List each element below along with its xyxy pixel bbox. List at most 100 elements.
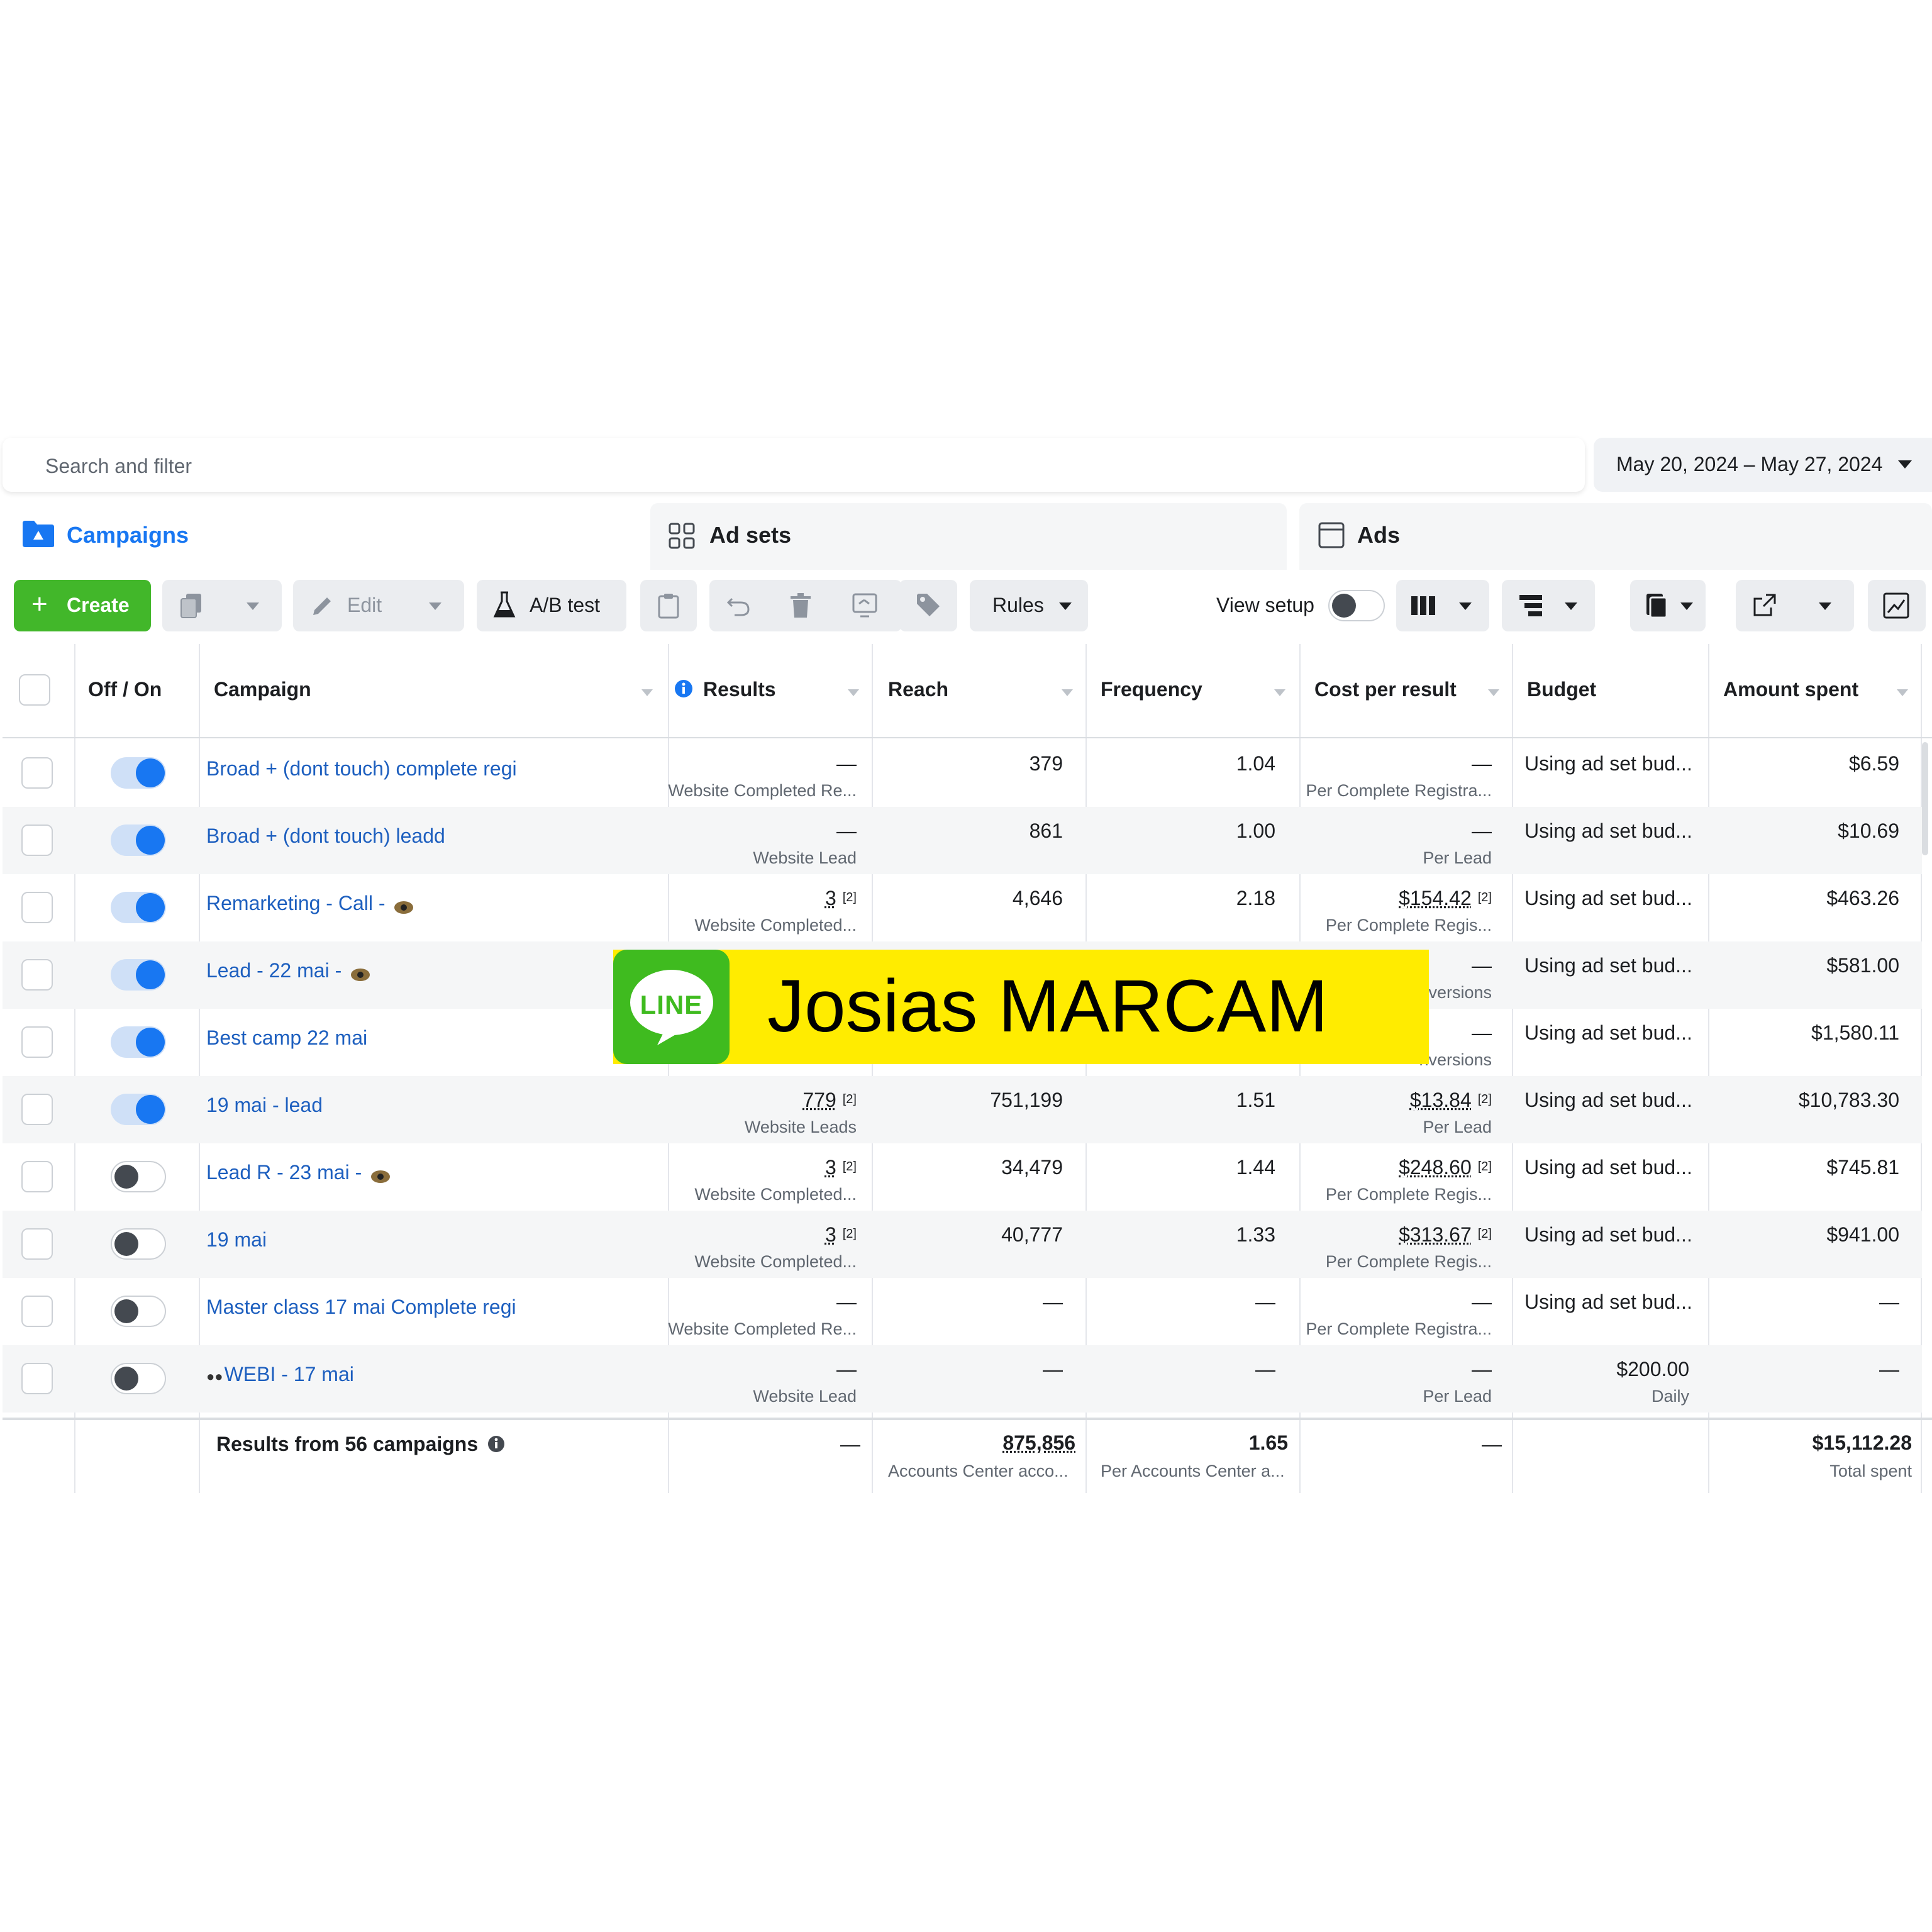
campaign-toggle[interactable]	[111, 1161, 166, 1192]
row-checkbox[interactable]	[21, 757, 53, 789]
cost-per-result-sub: Per Complete Registra...	[1306, 1319, 1492, 1338]
tag-button[interactable]	[899, 580, 957, 631]
trash-icon[interactable]	[789, 592, 813, 619]
results-value: 3 [2]	[824, 887, 857, 909]
campaign-name[interactable]: Broad + (dont touch) complete regi	[206, 757, 517, 780]
cost-per-result-value: $313.67 [2]	[1399, 1223, 1492, 1246]
cost-per-result-sub: Per Lead	[1423, 848, 1492, 867]
edit-button[interactable]: Edit	[293, 580, 464, 631]
tab-ad-sets[interactable]: Ad sets	[650, 503, 1287, 570]
select-all-checkbox[interactable]	[19, 674, 50, 706]
campaign-toggle[interactable]	[111, 1363, 166, 1394]
sort-icon[interactable]	[1488, 689, 1499, 696]
search-input[interactable]	[44, 453, 801, 479]
cost-per-result-sub: nversions	[1419, 983, 1492, 1002]
campaign-name[interactable]: ●●WEBI - 17 mai	[206, 1363, 354, 1386]
view-setup-toggle[interactable]	[1328, 590, 1385, 621]
campaign-name[interactable]: Lead R - 23 mai -	[206, 1161, 391, 1184]
report-icon	[1646, 594, 1668, 619]
row-checkbox[interactable]	[21, 1363, 53, 1394]
table-row[interactable]: Lead R - 23 mai - 3 [2] Website Completed.…	[3, 1143, 1922, 1211]
results-value: 779 [2]	[802, 1089, 857, 1111]
rules-button[interactable]: Rules	[970, 580, 1088, 631]
duplicate-button[interactable]	[162, 580, 282, 631]
row-checkbox[interactable]	[21, 824, 53, 856]
campaign-toggle[interactable]	[111, 1296, 166, 1327]
table-row[interactable]: Broad + (dont touch) leadd — Website Lead 8…	[3, 807, 1922, 874]
column-header-results[interactable]: Results	[703, 678, 776, 701]
eye-icon	[371, 1170, 391, 1183]
frequency-value: 1.00	[1236, 819, 1275, 842]
table-row[interactable]: Master class 17 mai Complete regi — Websit…	[3, 1278, 1922, 1345]
tab-campaigns[interactable]: Campaigns	[3, 503, 639, 570]
search-bar[interactable]	[3, 438, 1585, 492]
results-sub: Website Leads	[744, 1118, 857, 1136]
campaign-name[interactable]: Broad + (dont touch) leadd	[206, 824, 445, 848]
date-range-picker[interactable]: May 20, 2024 – May 27, 2024	[1594, 438, 1932, 492]
campaign-name[interactable]: 19 mai	[206, 1228, 267, 1252]
table-row[interactable]: Remarketing - Call - 3 [2] Website Complet…	[3, 874, 1922, 941]
amount-spent-value: $10,783.30	[1798, 1089, 1899, 1111]
results-sub: Website Completed...	[694, 916, 857, 935]
row-checkbox[interactable]	[21, 1161, 53, 1192]
row-checkbox[interactable]	[21, 1026, 53, 1058]
campaign-toggle[interactable]	[111, 824, 166, 856]
column-header-reach[interactable]: Reach	[888, 678, 948, 701]
ab-test-button[interactable]: A/B test	[477, 580, 626, 631]
table-row[interactable]: Broad + (dont touch) complete regi — Websi…	[3, 740, 1922, 807]
row-checkbox[interactable]	[21, 892, 53, 923]
campaign-name[interactable]: Best camp 22 mai	[206, 1026, 367, 1050]
preview-icon[interactable]	[852, 592, 878, 619]
campaign-toggle[interactable]	[111, 892, 166, 923]
campaign-toggle[interactable]	[111, 1026, 166, 1058]
sort-icon[interactable]	[1274, 689, 1285, 696]
column-header-cost-per-result[interactable]: Cost per result	[1314, 678, 1457, 701]
charts-button[interactable]	[1868, 580, 1926, 631]
tab-ads[interactable]: Ads	[1299, 503, 1932, 570]
flask-icon	[493, 591, 516, 618]
results-sub: Website Lead	[753, 848, 857, 867]
table-row[interactable]: 19 mai 3 [2] Website Completed... 40,777 1.33…	[3, 1211, 1922, 1278]
sort-icon[interactable]	[1897, 689, 1908, 696]
column-header-amount-spent[interactable]: Amount spent	[1723, 678, 1858, 701]
results-value: —	[836, 752, 857, 775]
create-button[interactable]: + Create	[14, 580, 151, 631]
sort-icon[interactable]	[1062, 689, 1073, 696]
row-checkbox[interactable]	[21, 1228, 53, 1260]
frequency-value: 1.51	[1236, 1089, 1275, 1111]
row-checkbox[interactable]	[21, 1094, 53, 1125]
chevron-down-icon	[1680, 602, 1693, 610]
undo-icon[interactable]	[726, 594, 751, 618]
campaign-name[interactable]: Master class 17 mai Complete regi	[206, 1296, 516, 1319]
campaign-name[interactable]: 19 mai - lead	[206, 1094, 323, 1117]
amount-spent-value: $581.00	[1826, 954, 1899, 977]
export-button[interactable]	[1736, 580, 1854, 631]
table-row[interactable]: ●●WEBI - 17 mai — Website Lead — — — Per Lead $…	[3, 1345, 1922, 1413]
table-row[interactable]: 19 mai - lead 779 [2] Website Leads 751,199 1…	[3, 1076, 1922, 1143]
column-header-budget[interactable]: Budget	[1527, 678, 1596, 701]
cost-per-result-sub: Per Complete Regis...	[1325, 1252, 1492, 1271]
campaign-toggle[interactable]	[111, 959, 166, 991]
sort-icon[interactable]	[848, 689, 859, 696]
scrollbar-thumb[interactable]	[1922, 742, 1928, 855]
columns-button[interactable]	[1396, 580, 1489, 631]
campaign-name[interactable]: Lead - 22 mai -	[206, 959, 370, 982]
sort-icon[interactable]	[641, 689, 653, 696]
campaign-name[interactable]: Remarketing - Call -	[206, 892, 414, 915]
row-checkbox[interactable]	[21, 1296, 53, 1327]
clipboard-button[interactable]	[640, 580, 697, 631]
reports-button[interactable]	[1630, 580, 1706, 631]
campaign-toggle[interactable]	[111, 1228, 166, 1260]
campaign-toggle[interactable]	[111, 1094, 166, 1125]
row-checkbox[interactable]	[21, 959, 53, 991]
column-header-off-on[interactable]: Off / On	[88, 678, 162, 701]
breakdown-button[interactable]	[1502, 580, 1595, 631]
grid-icon	[669, 523, 695, 549]
results-sub: Website Completed Re...	[668, 781, 857, 800]
budget-sub: Daily	[1651, 1387, 1689, 1406]
results-sub: Website Completed...	[694, 1185, 857, 1204]
cost-per-result-value: —	[1472, 1021, 1492, 1044]
campaign-toggle[interactable]	[111, 757, 166, 789]
column-header-frequency[interactable]: Frequency	[1101, 678, 1202, 701]
column-header-campaign[interactable]: Campaign	[214, 678, 311, 701]
